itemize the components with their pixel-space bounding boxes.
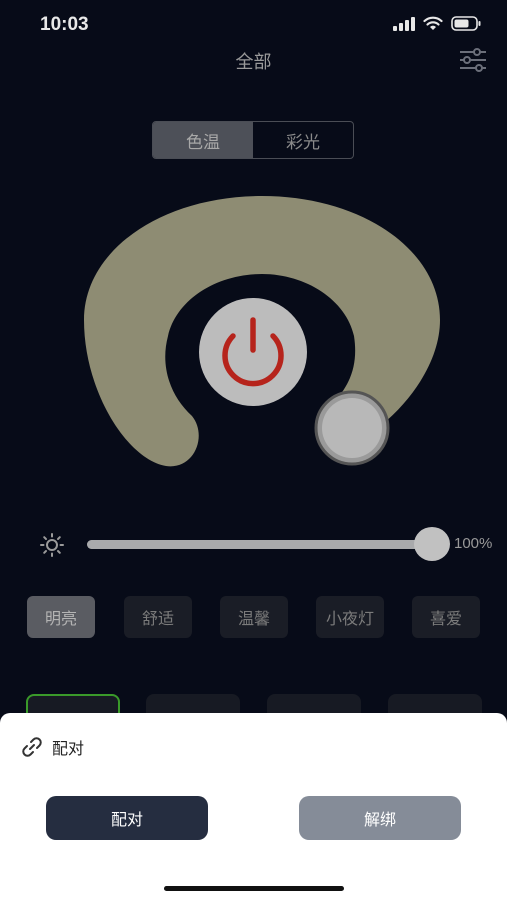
preset-favorite[interactable]: 喜爱 [412,596,480,638]
preset-cozy[interactable]: 温馨 [220,596,288,638]
sheet-title: 配对 [52,739,85,758]
sliders-icon [460,48,486,72]
brightness-value: 100% [454,535,493,552]
status-icons [393,16,481,31]
link-icon [22,737,42,757]
tab-color-temperature[interactable]: 色温 [153,122,253,158]
brightness-fill [87,540,432,549]
home-indicator [164,886,344,891]
pairing-sheet: 配对 配对 解绑 [0,713,507,900]
header: 全部 [0,44,507,80]
preset-night-light[interactable]: 小夜灯 [316,596,384,638]
status-time: 10:03 [40,14,89,35]
brightness-slider-row: 100% [40,527,500,561]
brightness-thumb[interactable] [414,527,450,561]
page-title: 全部 [235,52,272,73]
pair-button[interactable]: 配对 [46,796,208,840]
filter-button[interactable] [459,48,487,72]
preset-bright[interactable]: 明亮 [27,596,95,638]
preset-comfort[interactable]: 舒适 [124,596,192,638]
battery-icon [451,16,481,31]
sheet-header: 配对 [20,735,84,759]
unbind-button[interactable]: 解绑 [299,796,461,840]
scene-presets: 明亮 舒适 温馨 小夜灯 喜爱 [27,596,487,638]
mode-tabs: 色温 彩光 [152,121,354,159]
brightness-track[interactable] [87,540,432,549]
sun-icon [40,533,64,557]
cellular-signal-icon [393,16,415,31]
tab-color-light[interactable]: 彩光 [253,122,353,158]
color-temperature-dial [84,196,440,486]
wifi-icon [423,16,443,30]
